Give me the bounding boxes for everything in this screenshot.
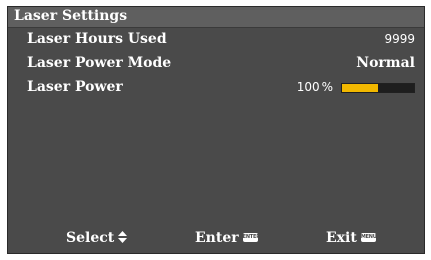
laser-power-control[interactable]: 100%: [265, 80, 415, 95]
laser-settings-panel: Laser Settings Laser Hours Used 9999 Las…: [7, 6, 425, 254]
menu-key-icon: MENU: [360, 232, 377, 242]
laser-power-label: Laser Power: [27, 79, 123, 95]
exit-hint: Exit MENU: [326, 230, 377, 246]
laser-power-mode-label: Laser Power Mode: [27, 55, 172, 71]
laser-power-slider-fill: [342, 84, 378, 92]
exit-hint-label: Exit: [326, 230, 357, 246]
row-laser-power-mode[interactable]: Laser Power Mode Normal: [8, 54, 424, 74]
row-laser-power[interactable]: Laser Power 100%: [8, 78, 424, 98]
laser-power-mode-value[interactable]: Normal: [356, 55, 415, 71]
enter-hint-label: Enter: [195, 230, 239, 246]
title-bar: Laser Settings: [8, 7, 424, 28]
up-down-arrows-icon: [118, 231, 128, 243]
laser-hours-used-label: Laser Hours Used: [27, 31, 167, 47]
select-hint: Select: [66, 230, 128, 246]
laser-power-unit: %: [321, 80, 333, 94]
footer-hints: Select Enter ENTER Exit MENU: [8, 225, 424, 253]
laser-power-percent: 100%: [297, 80, 333, 94]
laser-power-slider[interactable]: [341, 83, 415, 93]
menu-key-text: MENU: [360, 233, 377, 240]
menu-title: Laser Settings: [14, 8, 128, 24]
enter-hint: Enter ENTER: [195, 230, 260, 246]
row-laser-hours-used[interactable]: Laser Hours Used 9999: [8, 30, 424, 50]
enter-key-icon: ENTER: [242, 232, 260, 242]
select-hint-label: Select: [66, 230, 115, 246]
enter-key-text: ENTER: [242, 233, 260, 240]
laser-power-value: 100: [296, 80, 320, 94]
laser-hours-used-value: 9999: [384, 32, 415, 46]
